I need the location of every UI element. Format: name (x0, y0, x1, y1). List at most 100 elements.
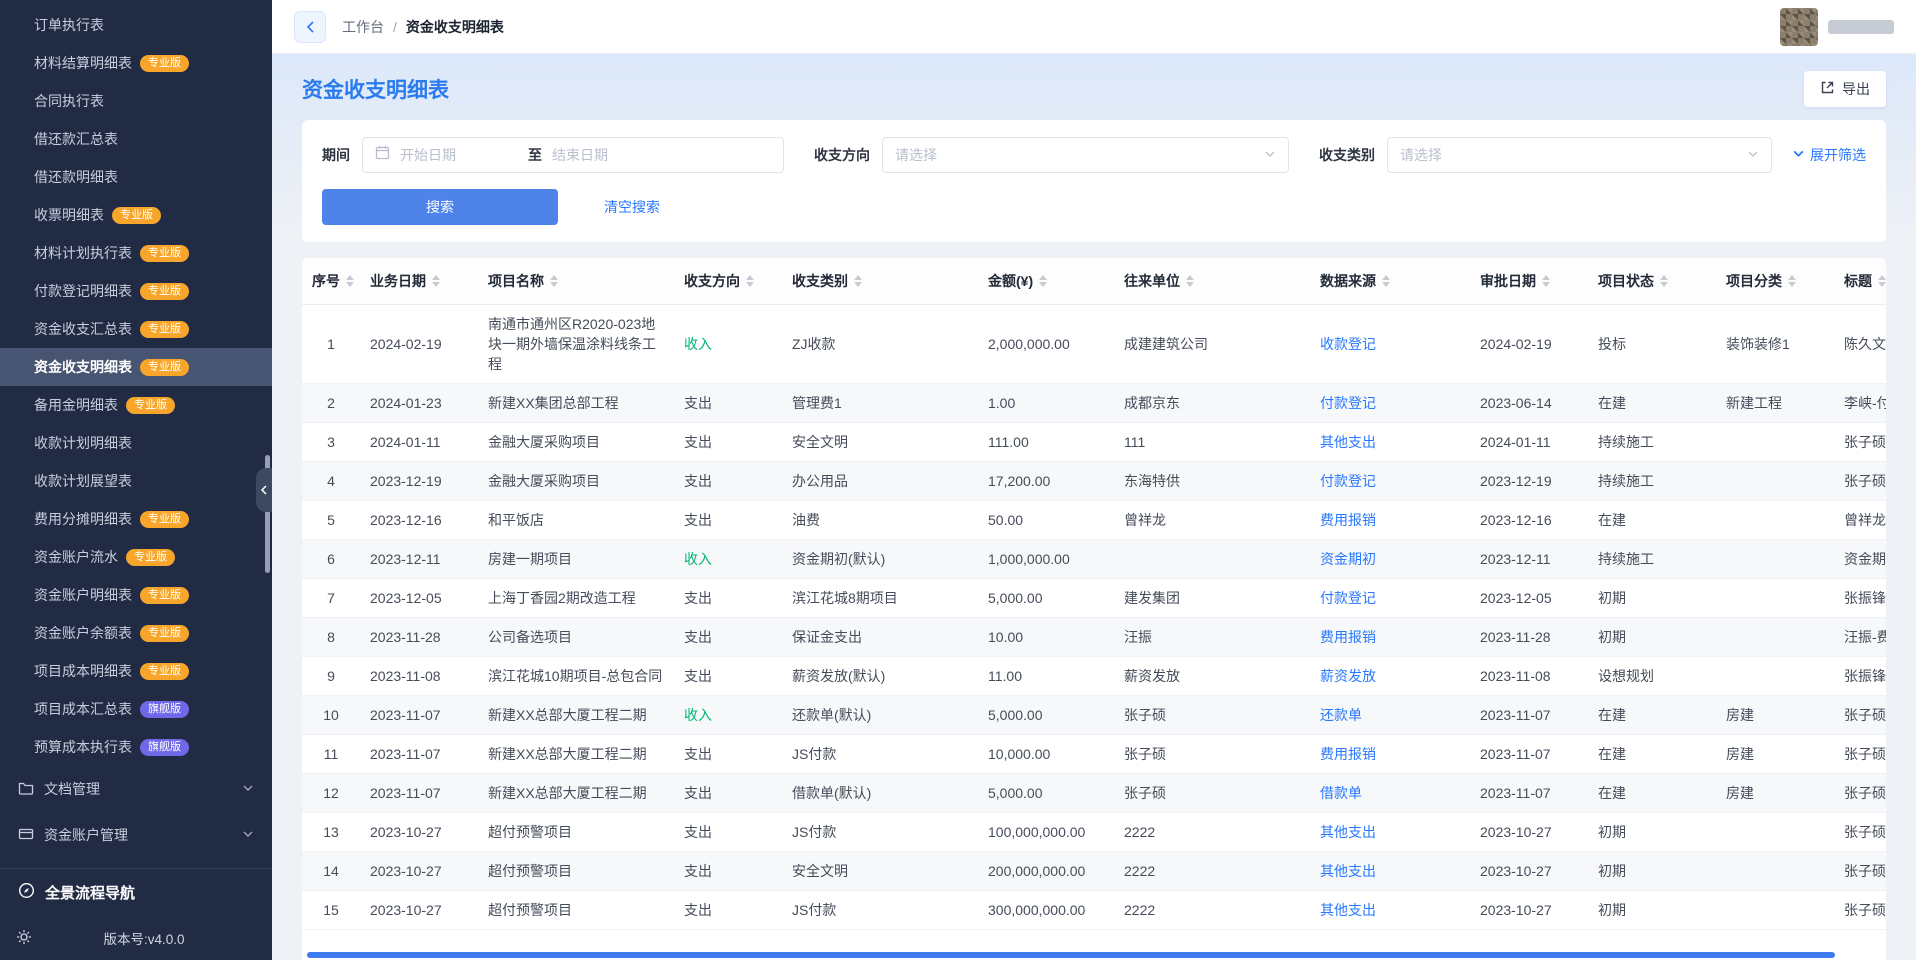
table-row[interactable]: 15 2023-10-27 超付预警项目 支出 JS付款 300,000,000… (302, 891, 1886, 930)
avatar[interactable] (1780, 8, 1818, 46)
sidebar-menu-item[interactable]: 付款登记明细表 专业版 (0, 272, 272, 310)
table-row[interactable]: 8 2023-11-28 公司备选项目 支出 保证金支出 10.00 汪振 费用… (302, 618, 1886, 657)
back-button[interactable] (294, 11, 326, 43)
sort-icon[interactable] (746, 275, 754, 287)
end-date-input[interactable] (552, 147, 670, 163)
data-source-link[interactable]: 资金期初 (1320, 551, 1376, 567)
sidebar-menu-item[interactable]: 资金收支明细表 专业版 (0, 348, 272, 386)
cell-business-date: 2023-12-19 (360, 462, 478, 501)
data-source-link[interactable]: 费用报销 (1320, 629, 1376, 645)
sidebar-menu-item[interactable]: 资金账户明细表 专业版 (0, 576, 272, 614)
expand-filters-link[interactable]: 展开筛选 (1792, 145, 1866, 165)
table-row[interactable]: 1 2024-02-19 南通市通州区R2020-023地块一期外墙保温涂料线条… (302, 305, 1886, 384)
data-source-link[interactable]: 薪资发放 (1320, 668, 1376, 684)
sidebar-group-fund-accounts[interactable]: 资金账户管理 (0, 812, 272, 858)
data-source-link[interactable]: 其他支出 (1320, 863, 1376, 879)
table-row[interactable]: 13 2023-10-27 超付预警项目 支出 JS付款 100,000,000… (302, 813, 1886, 852)
table-row[interactable]: 12 2023-11-07 新建XX总部大厦工程二期 支出 借款单(默认) 5,… (302, 774, 1886, 813)
sort-icon[interactable] (346, 275, 354, 287)
sidebar-menu-item[interactable]: 项目成本汇总表 旗舰版 (0, 690, 272, 728)
sort-icon[interactable] (1382, 275, 1390, 287)
data-source-link[interactable]: 其他支出 (1320, 824, 1376, 840)
table-row[interactable]: 2 2024-01-23 新建XX集团总部工程 支出 管理费1 1.00 成都京… (302, 384, 1886, 423)
sidebar-menu-item[interactable]: 收款计划展望表 (0, 462, 272, 500)
data-source-link[interactable]: 还款单 (1320, 707, 1362, 723)
column-header[interactable]: 项目分类 (1716, 258, 1834, 305)
sidebar-item-label: 借还款明细表 (34, 167, 118, 187)
sidebar-menu-item[interactable]: 材料结算明细表 专业版 (0, 44, 272, 82)
sort-icon[interactable] (1788, 275, 1796, 287)
sidebar-menu-item[interactable]: 资金账户流水 专业版 (0, 538, 272, 576)
data-source-link[interactable]: 借款单 (1320, 785, 1362, 801)
sort-icon[interactable] (432, 275, 440, 287)
sidebar-menu-item[interactable]: 资金账户余额表 专业版 (0, 614, 272, 652)
column-header[interactable]: 项目名称 (478, 258, 674, 305)
table-row[interactable]: 9 2023-11-08 滨江花城10期项目-总包合同 支出 薪资发放(默认) … (302, 657, 1886, 696)
table-row[interactable]: 14 2023-10-27 超付预警项目 支出 安全文明 200,000,000… (302, 852, 1886, 891)
direction-select[interactable]: 请选择 (882, 137, 1289, 173)
table-row[interactable]: 7 2023-12-05 上海丁香园2期改造工程 支出 滨江花城8期项目 5,0… (302, 579, 1886, 618)
horizontal-scrollbar-thumb[interactable] (307, 952, 1835, 958)
data-source-link[interactable]: 其他支出 (1320, 434, 1376, 450)
sort-icon[interactable] (1660, 275, 1668, 287)
sidebar-collapse-handle[interactable] (256, 468, 272, 512)
sidebar-menu-item[interactable]: 订单执行表 (0, 6, 272, 44)
breadcrumb-current: 资金收支明细表 (406, 17, 504, 37)
sidebar-menu-item[interactable]: 合同执行表 (0, 82, 272, 120)
cell-title: 张子硕-其 (1834, 423, 1886, 462)
column-header[interactable]: 数据来源 (1310, 258, 1470, 305)
column-header[interactable]: 收支方向 (674, 258, 782, 305)
table-row[interactable]: 11 2023-11-07 新建XX总部大厦工程二期 支出 JS付款 10,00… (302, 735, 1886, 774)
sidebar-menu-item[interactable]: 收款计划明细表 (0, 424, 272, 462)
column-header[interactable]: 标题 (1834, 258, 1886, 305)
data-source-link[interactable]: 付款登记 (1320, 590, 1376, 606)
column-header[interactable]: 往来单位 (1114, 258, 1310, 305)
table-row[interactable]: 10 2023-11-07 新建XX总部大厦工程二期 收入 还款单(默认) 5,… (302, 696, 1886, 735)
export-button[interactable]: 导出 (1804, 71, 1886, 107)
panorama-flow-nav[interactable]: 全景流程导航 (0, 868, 272, 916)
table-header-row: 序号 业务日期 (302, 258, 1886, 305)
sidebar-menu-item[interactable]: 借还款明细表 (0, 158, 272, 196)
start-date-input[interactable] (400, 147, 518, 163)
category-select[interactable]: 请选择 (1387, 137, 1772, 173)
column-header[interactable]: 审批日期 (1470, 258, 1588, 305)
table-row[interactable]: 5 2023-12-16 和平饭店 支出 油费 50.00 曾祥龙 费用报销 2… (302, 501, 1886, 540)
breadcrumb-home[interactable]: 工作台 (342, 17, 384, 37)
column-header[interactable]: 收支类别 (782, 258, 978, 305)
data-source-link[interactable]: 收款登记 (1320, 336, 1376, 352)
table-row[interactable]: 3 2024-01-11 金融大厦采购项目 支出 安全文明 111.00 111… (302, 423, 1886, 462)
sidebar-menu-item[interactable]: 预算成本执行表 旗舰版 (0, 728, 272, 766)
cell-direction: 支出 (674, 657, 782, 696)
search-button[interactable]: 搜索 (322, 189, 558, 225)
sort-icon[interactable] (1878, 275, 1886, 287)
data-source-link[interactable]: 费用报销 (1320, 512, 1376, 528)
date-range-picker[interactable]: 至 (362, 137, 784, 173)
sort-icon[interactable] (1039, 275, 1047, 287)
clear-search-link[interactable]: 清空搜索 (604, 197, 660, 217)
table-row[interactable]: 6 2023-12-11 房建一期项目 收入 资金期初(默认) 1,000,00… (302, 540, 1886, 579)
sidebar-menu-item[interactable]: 资金收支汇总表 专业版 (0, 310, 272, 348)
cell-category: 安全文明 (782, 423, 978, 462)
sidebar-group-documents[interactable]: 文档管理 (0, 766, 272, 812)
sidebar-menu-item[interactable]: 费用分摊明细表 专业版 (0, 500, 272, 538)
data-source-link[interactable]: 付款登记 (1320, 473, 1376, 489)
column-header[interactable]: 业务日期 (360, 258, 478, 305)
sort-icon[interactable] (1186, 275, 1194, 287)
column-header[interactable]: 序号 (302, 258, 360, 305)
sidebar-menu-item[interactable]: 借还款汇总表 (0, 120, 272, 158)
column-header[interactable]: 金额(¥) (978, 258, 1114, 305)
sidebar-menu-item[interactable]: 收票明细表 专业版 (0, 196, 272, 234)
data-source-link[interactable]: 费用报销 (1320, 746, 1376, 762)
table-row[interactable]: 4 2023-12-19 金融大厦采购项目 支出 办公用品 17,200.00 … (302, 462, 1886, 501)
sidebar-menu-item[interactable]: 备用金明细表 专业版 (0, 386, 272, 424)
sort-icon[interactable] (1542, 275, 1550, 287)
data-source-link[interactable]: 付款登记 (1320, 395, 1376, 411)
data-source-link[interactable]: 其他支出 (1320, 902, 1376, 918)
sidebar-menu-item[interactable]: 材料计划执行表 专业版 (0, 234, 272, 272)
sort-icon[interactable] (550, 275, 558, 287)
sort-icon[interactable] (854, 275, 862, 287)
edition-badge: 专业版 (140, 321, 189, 338)
column-header[interactable]: 项目状态 (1588, 258, 1716, 305)
gear-icon[interactable] (16, 929, 32, 948)
sidebar-menu-item[interactable]: 项目成本明细表 专业版 (0, 652, 272, 690)
